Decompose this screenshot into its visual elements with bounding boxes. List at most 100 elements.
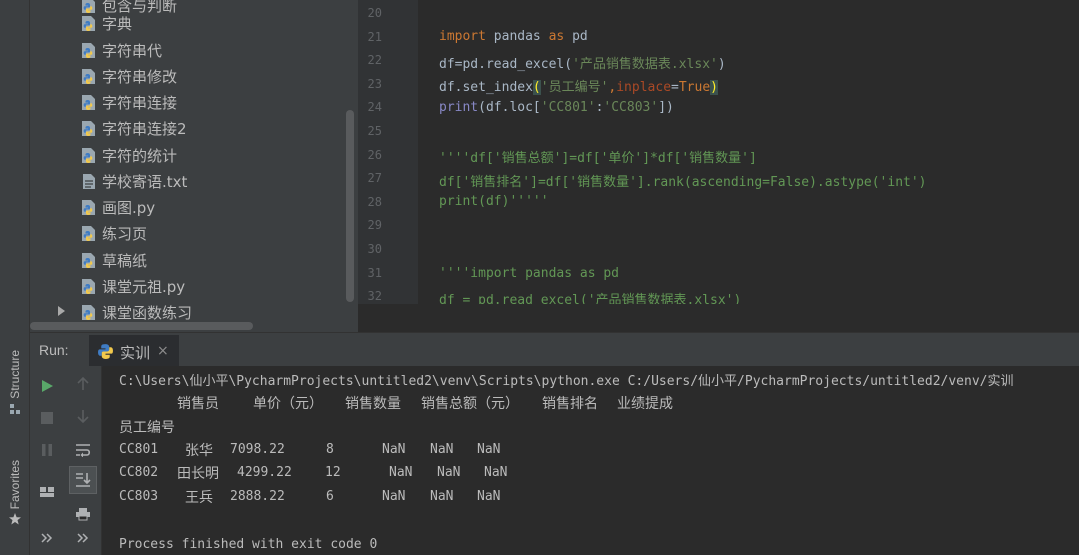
tree-item[interactable]: 字符串连接 [30,89,346,115]
pause-button[interactable] [35,438,59,462]
console-cell-total: NaN [382,489,406,504]
structure-icon [10,403,20,414]
favorites-tab[interactable]: Favorites [3,460,27,525]
line-number: 30 [367,242,382,256]
process-exit-message: Process finished with exit code 0 [119,537,378,552]
double-chevron-icon [77,533,89,543]
layout-icon [40,487,54,497]
tree-item[interactable]: 草稿纸 [30,247,346,273]
code-editor[interactable]: import pandas as pd df=pd.read_excel('产品… [418,0,1079,304]
code-line-24: print(df.loc['CC801':'CC803']) [439,100,674,115]
double-chevron-icon [41,533,53,543]
console-cell-name: 田长明 [177,466,219,482]
tree-item-label: 字符的统计 [102,147,178,165]
python-file-icon [82,226,95,241]
tree-item[interactable]: 字符串修改 [30,63,346,89]
rerun-button[interactable] [35,374,59,398]
console-command-line: C:\Users\仙小平\PycharmProjects\untitled2\v… [119,374,1014,389]
column-header: 销售排名 [542,396,598,412]
console-cell-name: 张华 [185,443,213,459]
structure-tab[interactable]: Structure [3,350,27,415]
code-line-23: df.set_index('员工编号',inplace=True) [439,80,718,95]
print-button[interactable] [71,502,95,526]
console-cell-price: 4299.22 [237,465,292,480]
console-cell-bonus: NaN [477,489,501,504]
python-file-icon [82,279,95,294]
index-name: 员工编号 [119,420,175,436]
console-cell-price: 2888.22 [230,489,285,504]
run-toolbar-secondary [64,366,102,555]
line-number: 31 [367,265,382,280]
tree-item[interactable]: 学校寄语.txt [30,168,346,194]
code-line-27: df['销售排名']=df['销售数量'].rank(ascending=Fal… [439,175,927,190]
run-console-output[interactable]: C:\Users\仙小平\PycharmProjects\untitled2\v… [103,366,1079,555]
close-icon[interactable]: × [157,343,169,359]
tree-item[interactable]: 字符串代 [30,37,346,63]
console-cell-name: 王兵 [185,490,213,506]
tree-item-label: 画图.py [102,199,156,217]
column-header: 销售员 [177,396,219,412]
python-file-icon [82,253,95,268]
tree-vertical-scrollbar[interactable] [346,110,354,302]
column-header: 销售总额（元） [421,396,519,412]
code-line-22: df=pd.read_excel('产品销售数据表.xlsx') [439,57,726,72]
console-cell-total: NaN [389,465,413,480]
more-button-left[interactable] [35,526,59,550]
line-number: 27 [367,171,382,186]
run-tool-header: Run: 实训 × [30,332,1079,367]
run-tab-label: 实训 [120,344,151,362]
python-file-icon [82,148,95,163]
tree-item-label: 练习页 [102,225,148,243]
code-line-28: print(df)''''' [439,194,549,209]
up-button[interactable] [71,372,95,396]
line-number: 28 [367,194,382,209]
tree-item-label: 学校寄语.txt [102,173,188,191]
python-file-icon [82,69,95,84]
console-cell-id: CC801 [119,442,159,457]
line-number: 22 [367,53,382,68]
line-number: 32 [367,289,382,304]
tree-item[interactable]: 字符的统计 [30,142,346,168]
stop-button[interactable] [35,406,59,430]
tree-item-label: 字典 [102,15,133,33]
stop-icon [41,412,53,424]
tree-item[interactable]: 字符串连接2 [30,115,346,141]
tree-horizontal-scrollbar[interactable] [30,322,253,330]
pause-icon [42,444,52,456]
expand-arrow-icon[interactable] [58,306,65,316]
python-file-icon [82,305,95,320]
run-tab-shixun[interactable]: 实训 × [89,335,179,367]
python-icon [98,344,113,359]
tree-item[interactable]: 画图.py [30,194,346,220]
python-file-icon [82,16,95,31]
tree-item[interactable]: 课堂元祖.py [30,273,346,299]
more-button-right[interactable] [71,526,95,550]
down-button[interactable] [71,404,95,428]
line-number: 24 [367,100,382,115]
tree-item-label: 草稿纸 [102,252,148,270]
python-file-icon [82,200,95,215]
tree-item[interactable]: 练习页 [30,220,346,246]
tree-item-label: 字符串代 [102,42,163,60]
line-number: 23 [367,76,382,91]
line-number: 21 [367,29,382,44]
tree-item-label: 字符串连接 [102,94,178,112]
project-tree: 包含与判断 字典 字符串代 字符串修改 字符串连接 字符串连接2 字符的统计 学校寄语.txt… [30,0,358,332]
console-cell-id: CC803 [119,489,159,504]
arrow-down-icon [77,410,89,423]
layout-button[interactable] [35,480,59,504]
soft-wrap-button[interactable] [71,438,95,462]
printer-icon [76,508,90,521]
play-icon [42,380,53,392]
code-line-32: df = pd.read_excel('产品销售数据表.xlsx') [439,293,742,304]
tree-item-label: 字符串修改 [102,68,178,86]
tree-item[interactable]: 字典 [30,10,346,36]
console-cell-qty: 12 [325,465,341,480]
python-file-icon [82,121,95,136]
python-file-icon [82,95,95,110]
console-cell-bonus: NaN [484,465,508,480]
line-number: 26 [367,147,382,162]
tree-item-label: 课堂元祖.py [102,278,186,296]
column-header: 单价（元） [253,396,323,412]
scroll-to-end-button[interactable] [69,466,97,494]
